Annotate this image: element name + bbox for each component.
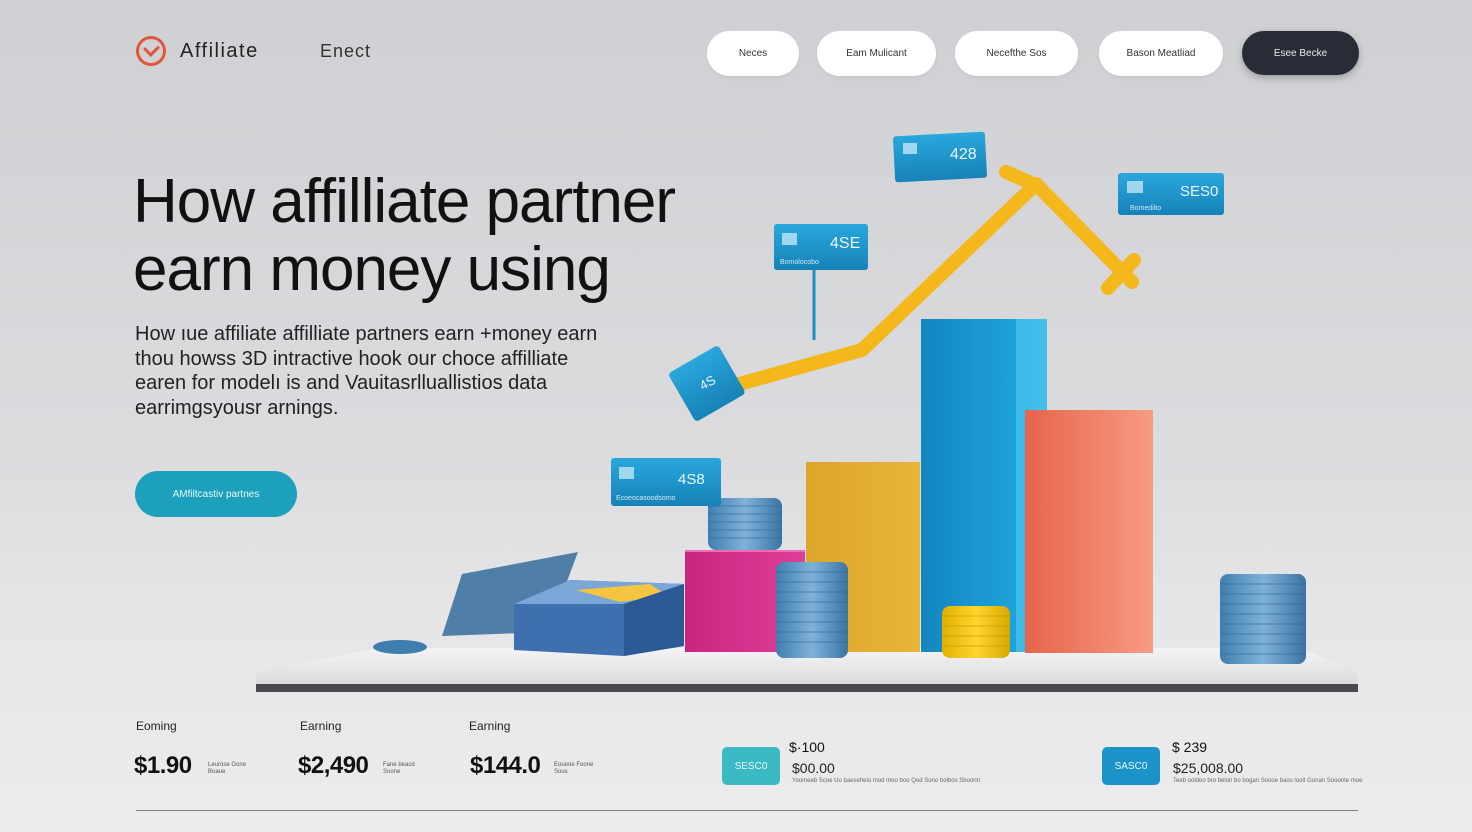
stat-caption: Fane beacd Soone [383,762,415,775]
coin-stack [708,498,782,550]
gold-coin-stack [942,606,1010,658]
stat-value: $144.0 [470,752,541,779]
stat-caption: Leurose Gone Boaue [208,762,247,775]
stat-label: Earning [469,719,511,733]
payout-caption: Teeb ooldoo bro belon bo bogan Soooe bao… [1173,778,1363,784]
price-tag: 4S8 Ecoeocasoodsomo [611,458,721,506]
price-tag-value: SES0 [1180,183,1218,200]
coin-stack [776,562,848,658]
payout-title: $·100 [789,739,825,755]
stat-label: Eoming [136,719,177,733]
price-tag-sub: Bomolocobo [780,259,819,266]
price-tag: 4SE Bomolocobo [774,224,868,340]
price-tag: SES0 Bomedilto [1118,173,1224,215]
price-tag-sub: Bomedilto [1130,205,1161,212]
payout-chip[interactable]: SASC0 [1102,747,1160,785]
payout-amount: $00.00 [792,760,835,776]
payout-chip[interactable]: SESC0 [722,747,780,785]
price-tag-value: 4SE [830,235,860,252]
coin-stack [1220,574,1306,664]
payout-amount: $25,008.00 [1173,760,1244,776]
payout-caption: Yoomeeb Scoe Uo baesehelo mod moo boo Qo… [792,778,981,784]
footer-divider [136,810,1358,811]
stat-label: Earning [300,719,342,733]
stat-caption: Eoueoe Foone Sous [554,762,594,775]
price-tag-value: 428 [950,146,977,163]
price-tag: 428 [893,131,987,183]
coral-bar [1025,410,1153,653]
price-tag: 4S [669,346,745,421]
payout-title: $ 239 [1172,739,1208,755]
earnings-illustration: 428 SES0 Bomedilto 4SE Bomolocobo 4S 4S8… [256,131,1358,692]
price-tag-value: 4S8 [678,471,705,488]
price-tag-sub: Ecoeocasoodsomo [616,495,676,502]
stat-value: $2,490 [298,752,369,779]
stat-value: $1.90 [134,752,192,779]
single-coin [373,640,427,654]
